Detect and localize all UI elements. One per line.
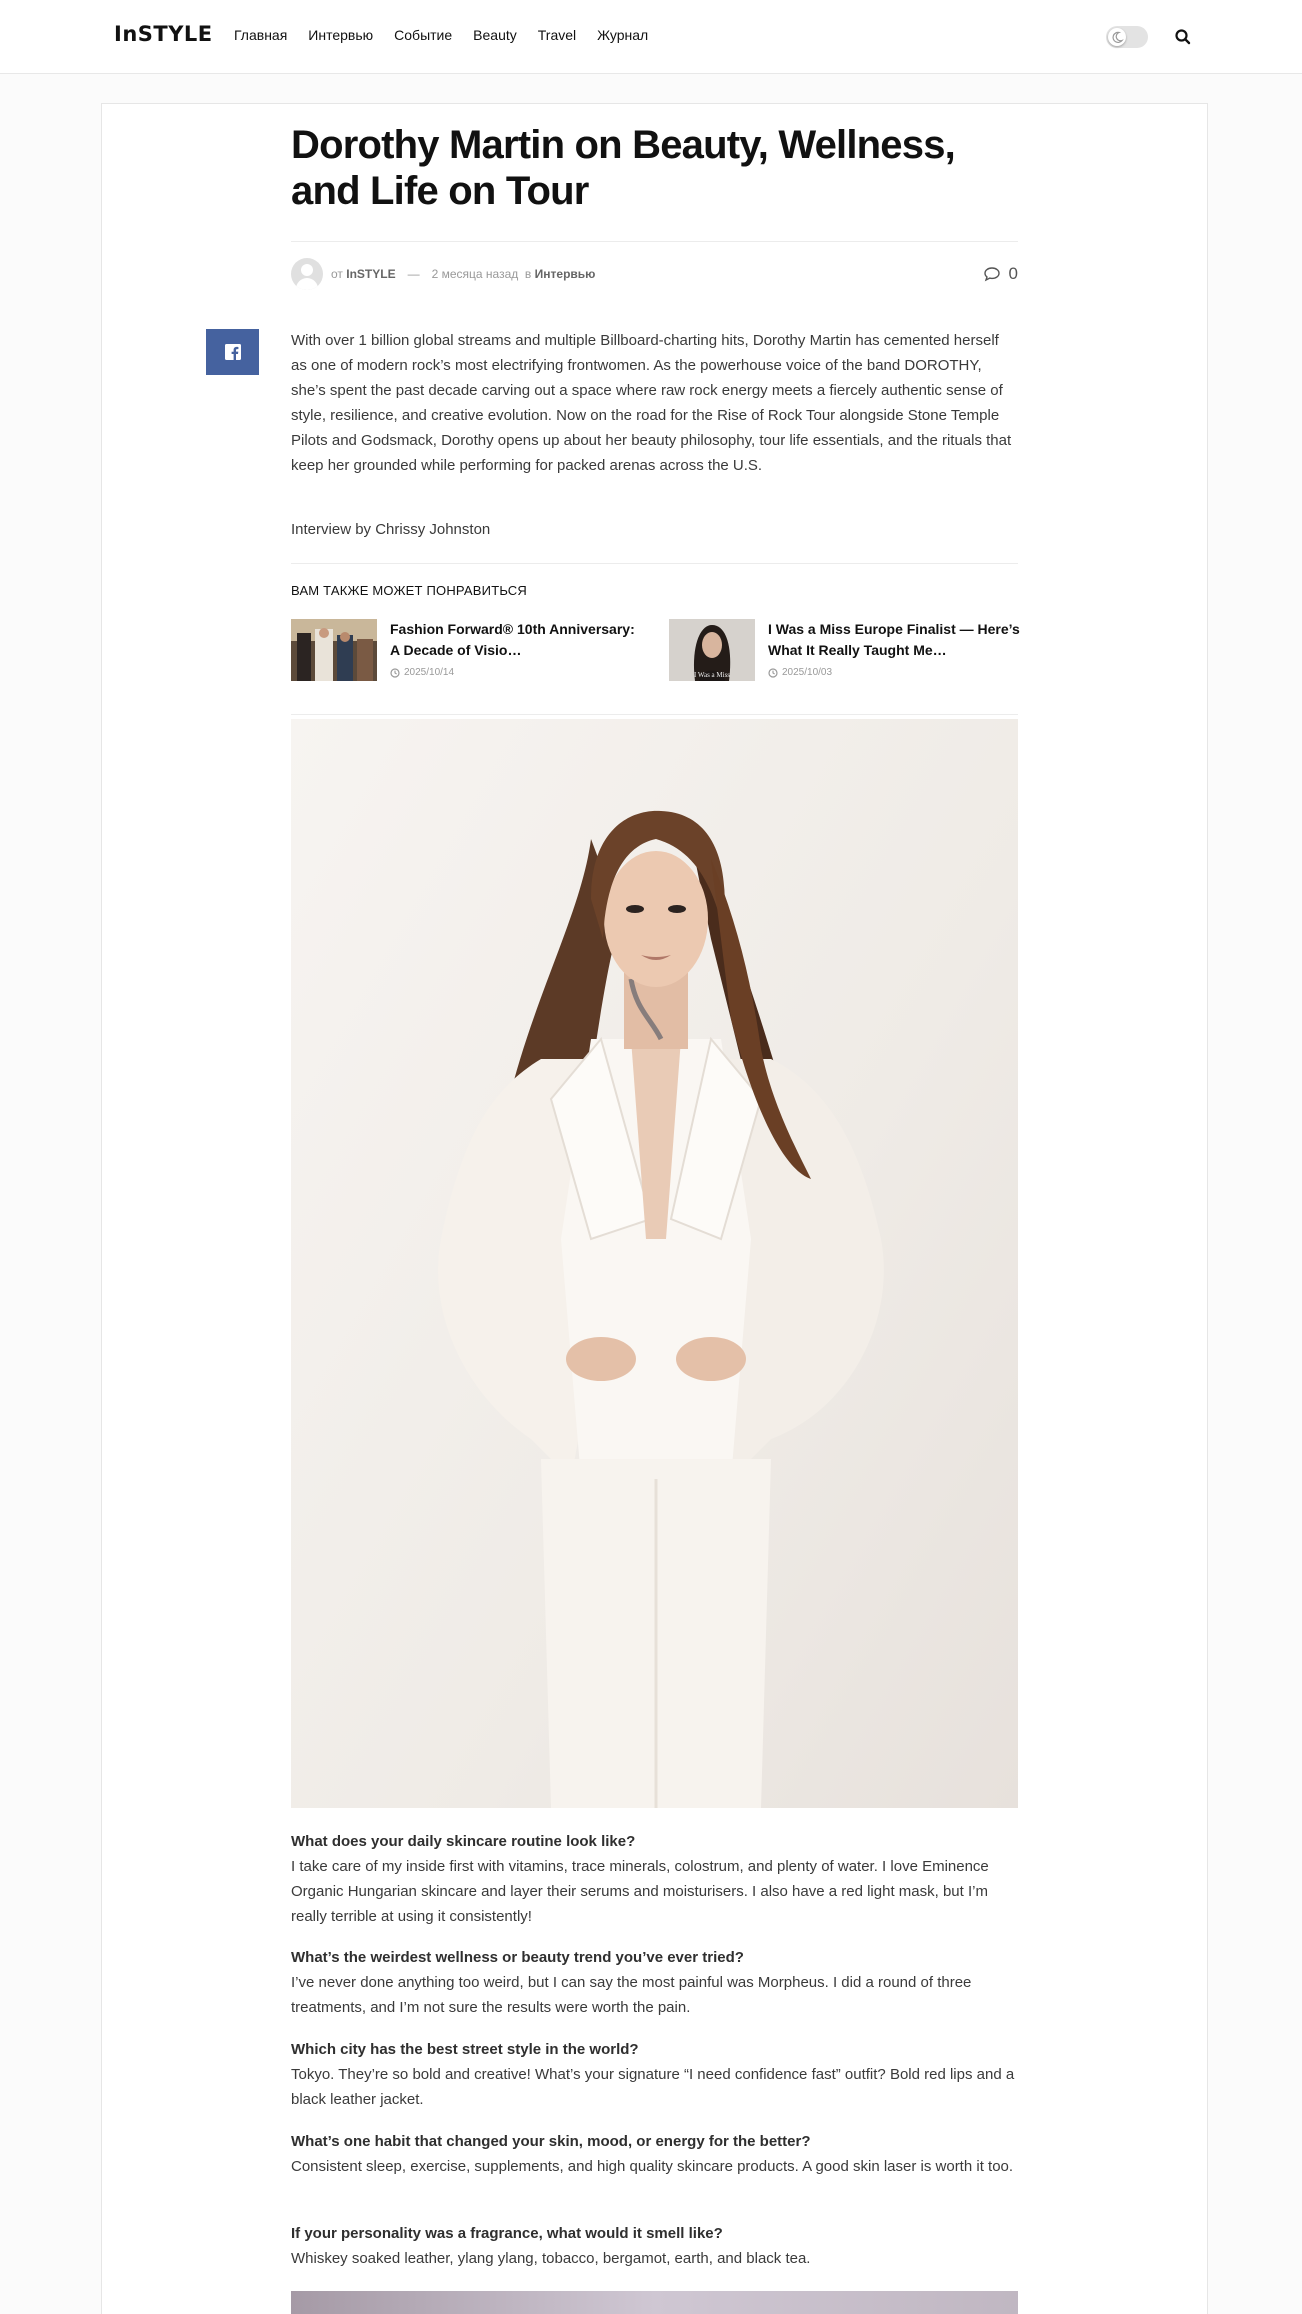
search-button[interactable] (1174, 28, 1192, 46)
qa-answer: I’ve never done anything too weird, but … (291, 1974, 972, 2016)
comment-icon (983, 267, 1000, 282)
meta-divider (291, 241, 1018, 242)
qa-question: What’s the weirdest wellness or beauty t… (291, 1949, 744, 1966)
related-thumbnail[interactable] (291, 619, 377, 681)
site-logo[interactable]: InSTYLE (114, 22, 213, 46)
category-link[interactable]: Интервью (535, 267, 596, 281)
moon-icon (1112, 31, 1124, 43)
secondary-image (291, 2291, 1018, 2314)
related-thumbnail[interactable]: I Was a Miss (669, 619, 755, 681)
facebook-icon (224, 344, 241, 360)
clock-icon (390, 667, 400, 678)
nav-magazine[interactable]: Журнал (597, 27, 648, 43)
article-meta: от InSTYLE — 2 месяца назад в Интервью 0 (291, 258, 1018, 290)
interview-byline: Interview by Chrissy Johnston (291, 521, 491, 538)
qa-question: If your personality was a fragrance, wha… (291, 2225, 723, 2242)
qa-block: What’s the weirdest wellness or beauty t… (291, 1945, 1018, 2020)
qa-question: Which city has the best street style in … (291, 2041, 639, 2058)
qa-answer: Tokyo. They’re so bold and creative! Wha… (291, 2066, 1015, 2108)
related-date: 2025/10/14 (390, 667, 454, 678)
clock-icon (768, 667, 778, 678)
qa-answer: Whiskey soaked leather, ylang ylang, tob… (291, 2250, 811, 2267)
search-icon (1175, 29, 1191, 45)
related-heading: ВАМ ТАКЖЕ МОЖЕТ ПОНРАВИТЬСЯ (291, 583, 527, 598)
related-date-text: 2025/10/03 (782, 667, 833, 678)
in-prefix: в (524, 267, 532, 281)
article-lead: With over 1 billion global streams and m… (291, 332, 1012, 474)
by-prefix: от (331, 267, 343, 281)
related-divider-top (291, 563, 1018, 564)
related-date: 2025/10/03 (768, 667, 832, 678)
qa-block: If your personality was a fragrance, wha… (291, 2221, 1018, 2271)
thumbnail-caption: I Was a Miss (694, 671, 730, 679)
related-title[interactable]: Fashion Forward® 10th Anniversary: A Dec… (390, 619, 646, 661)
qa-question: What does your daily skincare routine lo… (291, 1833, 636, 1850)
qa-block: Which city has the best street style in … (291, 2037, 1018, 2112)
site-header: InSTYLE Главная Интервью Событие Beauty … (0, 0, 1302, 74)
main-nav: Главная Интервью Событие Beauty Travel Ж… (234, 27, 648, 43)
meta-dash: — (407, 267, 420, 281)
related-date-text: 2025/10/14 (404, 667, 455, 678)
author-avatar[interactable] (291, 258, 323, 290)
article-title: Dorothy Martin on Beauty, Wellness, and … (291, 123, 956, 213)
comments-link[interactable]: 0 (983, 264, 1018, 284)
author-link[interactable]: InSTYLE (346, 267, 395, 281)
related-item[interactable]: I Was a Miss I Was a Miss Europe Finalis… (669, 619, 1020, 681)
facebook-share-button[interactable] (206, 329, 259, 375)
related-divider-bottom (291, 714, 1018, 715)
qa-block: What does your daily skincare routine lo… (291, 1829, 1018, 1929)
publish-time: 2 месяца назад (431, 267, 519, 281)
qa-answer: Consistent sleep, exercise, supplements,… (291, 2158, 1014, 2175)
related-title[interactable]: I Was a Miss Europe Finalist — Here’s Wh… (768, 619, 1024, 661)
hero-portrait-image (291, 719, 1018, 1808)
dark-mode-toggle[interactable] (1106, 26, 1148, 48)
qa-block: What’s one habit that changed your skin,… (291, 2129, 1018, 2179)
qa-answer: I take care of my inside first with vita… (291, 1858, 989, 1925)
nav-travel[interactable]: Travel (538, 27, 576, 43)
related-item[interactable]: Fashion Forward® 10th Anniversary: A Dec… (291, 619, 641, 681)
qa-question: What’s one habit that changed your skin,… (291, 2133, 811, 2150)
nav-beauty[interactable]: Beauty (473, 27, 517, 43)
toggle-knob (1108, 28, 1126, 46)
comments-count: 0 (1008, 264, 1018, 283)
nav-interviews[interactable]: Интервью (308, 27, 373, 43)
nav-events[interactable]: Событие (394, 27, 452, 43)
nav-home[interactable]: Главная (234, 27, 287, 43)
